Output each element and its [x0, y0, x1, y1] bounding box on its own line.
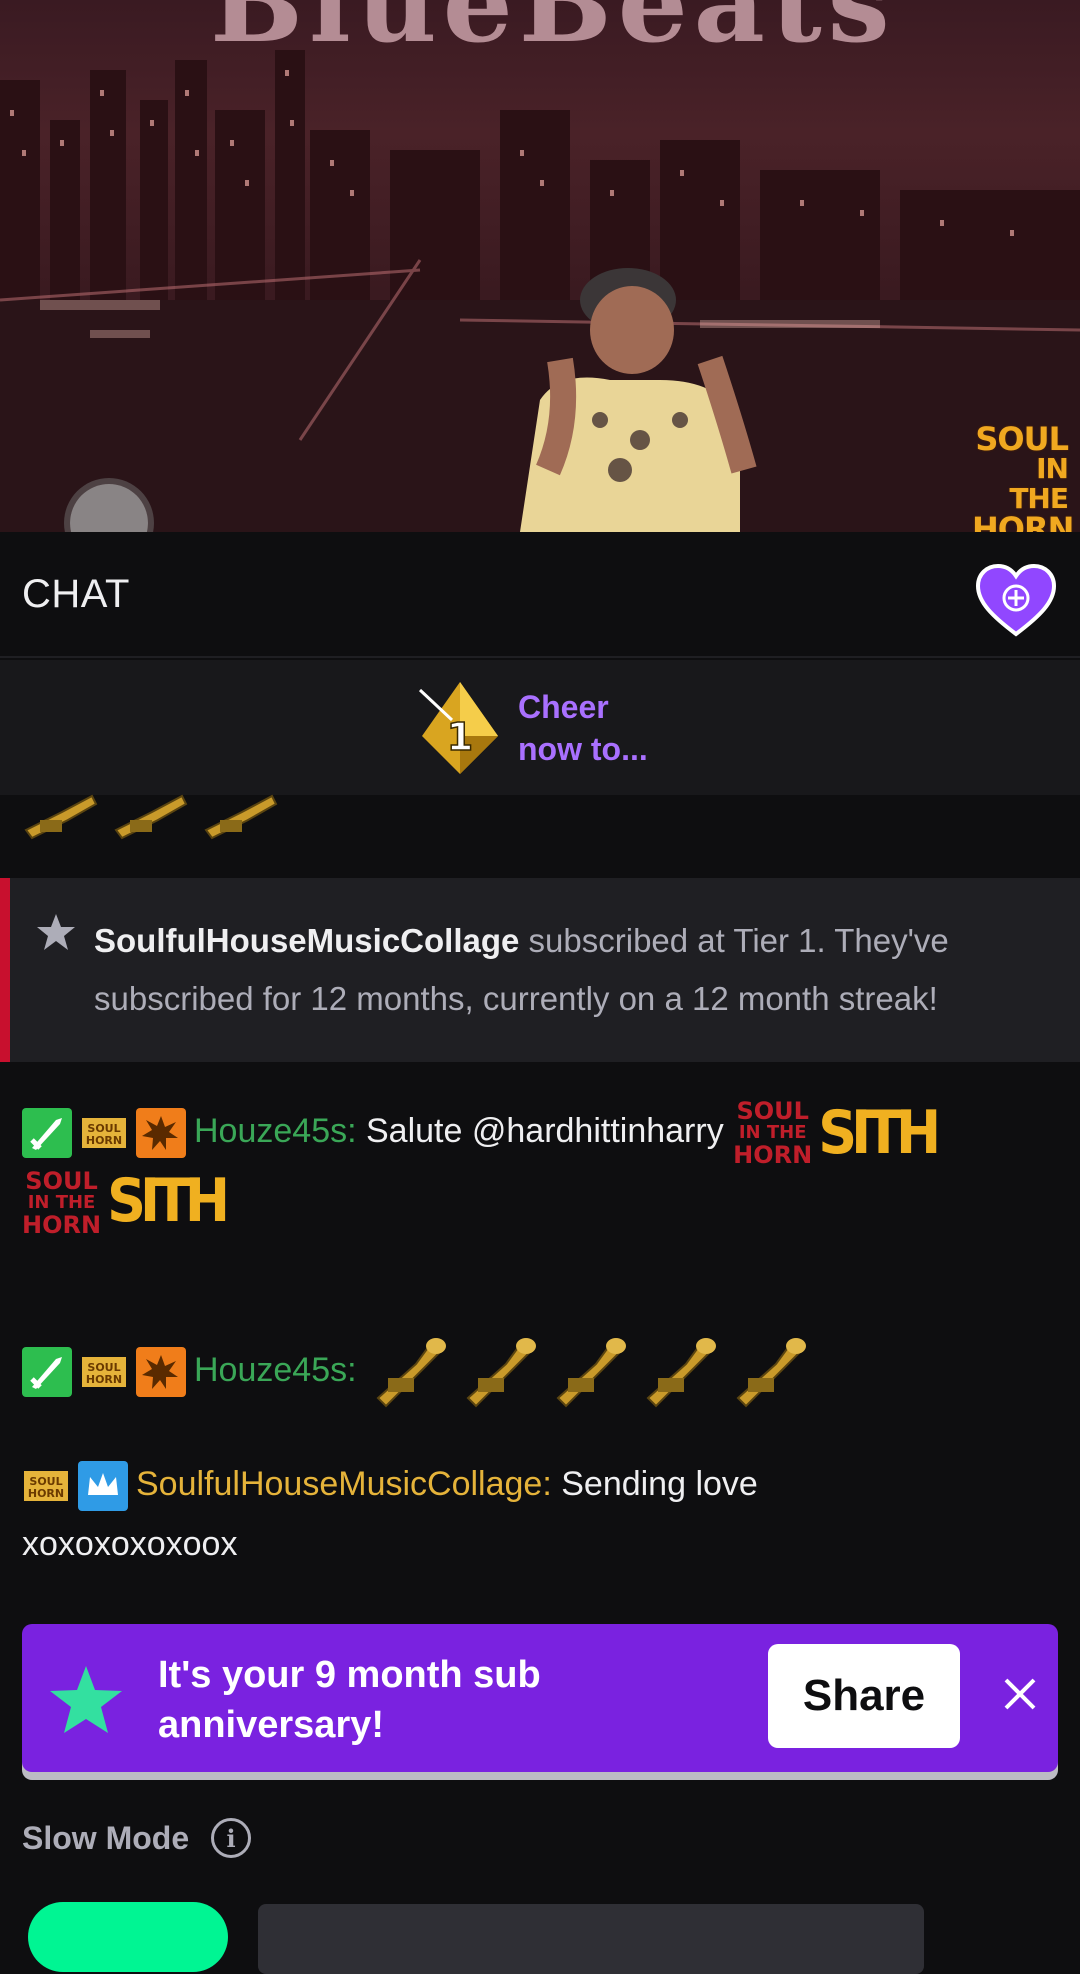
close-icon — [1004, 1678, 1036, 1710]
trumpet-emote-row — [22, 790, 280, 842]
chat-username[interactable]: SoulfulHouseMusicCollage — [136, 1465, 542, 1503]
share-button[interactable]: Share — [768, 1644, 960, 1748]
soul-horn-badge-icon[interactable]: SOUL HORN — [22, 1461, 70, 1511]
soul-in-the-horn-emote: SOUL IN THE HORN — [22, 1167, 102, 1239]
svg-text:HORN: HORN — [86, 1134, 122, 1147]
trumpet-emote-group — [372, 1334, 808, 1410]
burst-badge-icon[interactable] — [136, 1347, 186, 1397]
sith-emote: SITH — [107, 1166, 230, 1236]
slow-mode-label: Slow Mode — [22, 1819, 190, 1856]
sub-anniversary-banner: It's your 9 month sub anniversary! Share — [22, 1624, 1058, 1772]
soul-in-the-horn-emote: SOUL IN THE HORN — [733, 1097, 813, 1169]
chat-message-text: Salute @hardhittinharry — [356, 1111, 724, 1150]
trumpet-emote-icon — [466, 1338, 537, 1408]
chat-header: CHAT — [0, 532, 1080, 658]
chat-message: SOUL HORN Houze45s: Salute @hardhittinhar… — [22, 1097, 941, 1239]
slow-mode-indicator: Slow Mode i — [22, 1818, 252, 1858]
heart-plus-button[interactable] — [974, 562, 1058, 638]
city-skyline-scene — [0, 50, 1080, 532]
cheer-gem-icon: 1 — [418, 682, 498, 774]
soul-in-the-horn-logo: SOUL IN THE HORN — [972, 420, 1074, 532]
subscription-notice: SoulfulHouseMusicCollage subscribed at T… — [0, 878, 1080, 1062]
heart-plus-icon — [975, 563, 1057, 637]
trumpet-emote-icon — [376, 1338, 447, 1408]
chat-username[interactable]: Houze45s — [194, 1112, 347, 1150]
trumpet-emote-icon — [204, 794, 278, 840]
sword-badge-icon[interactable] — [22, 1347, 72, 1397]
info-icon[interactable]: i — [211, 1818, 252, 1858]
anniversary-message: It's your 9 month sub anniversary! — [158, 1654, 541, 1746]
cheer-count-label: 1 — [447, 715, 473, 759]
trumpet-emote-icon — [646, 1338, 717, 1408]
trumpet-emote-icon — [114, 794, 188, 840]
trumpet-emote-icon — [556, 1338, 627, 1408]
chat-message-text-continued: xoxoxoxoxoox — [22, 1525, 238, 1563]
close-button[interactable] — [990, 1664, 1050, 1724]
subscription-message: SoulfulHouseMusicCollage subscribed at T… — [94, 922, 949, 1017]
svg-text:HORN: HORN — [86, 1373, 122, 1386]
trumpet-emote-icon — [24, 794, 98, 840]
soul-horn-badge-icon[interactable]: SOUL HORN — [80, 1108, 128, 1158]
star-icon — [37, 914, 75, 950]
crown-badge-icon[interactable] — [78, 1461, 128, 1512]
cheer-text: Cheer now to... — [518, 689, 648, 767]
sword-badge-icon[interactable] — [22, 1108, 72, 1158]
soul-horn-badge-icon[interactable]: SOUL HORN — [80, 1347, 128, 1397]
video-player[interactable]: BlueBeats SOUL IN THE HORN — [0, 0, 1080, 532]
chat-username[interactable]: Houze45s — [194, 1351, 347, 1389]
star-icon — [50, 1666, 122, 1733]
cheer-promo-banner[interactable]: 1 Cheer now to... — [0, 660, 1080, 795]
svg-text:HORN: HORN — [28, 1487, 64, 1500]
chat-message: SOUL HORN SoulfulHouseMusicCollage: Sendi… — [22, 1454, 1062, 1574]
sith-emote: SITH — [818, 1098, 941, 1168]
trumpet-emote-icon — [736, 1338, 807, 1408]
chat-message: SOUL HORN Houze45s: — [22, 1334, 1062, 1410]
chat-input[interactable] — [258, 1904, 924, 1974]
chat-message-text: Sending love — [551, 1465, 758, 1503]
chat-action-button[interactable] — [28, 1902, 228, 1972]
burst-badge-icon[interactable] — [136, 1108, 186, 1158]
chat-title: CHAT — [22, 572, 130, 616]
subscriber-username[interactable]: SoulfulHouseMusicCollage — [94, 922, 519, 959]
